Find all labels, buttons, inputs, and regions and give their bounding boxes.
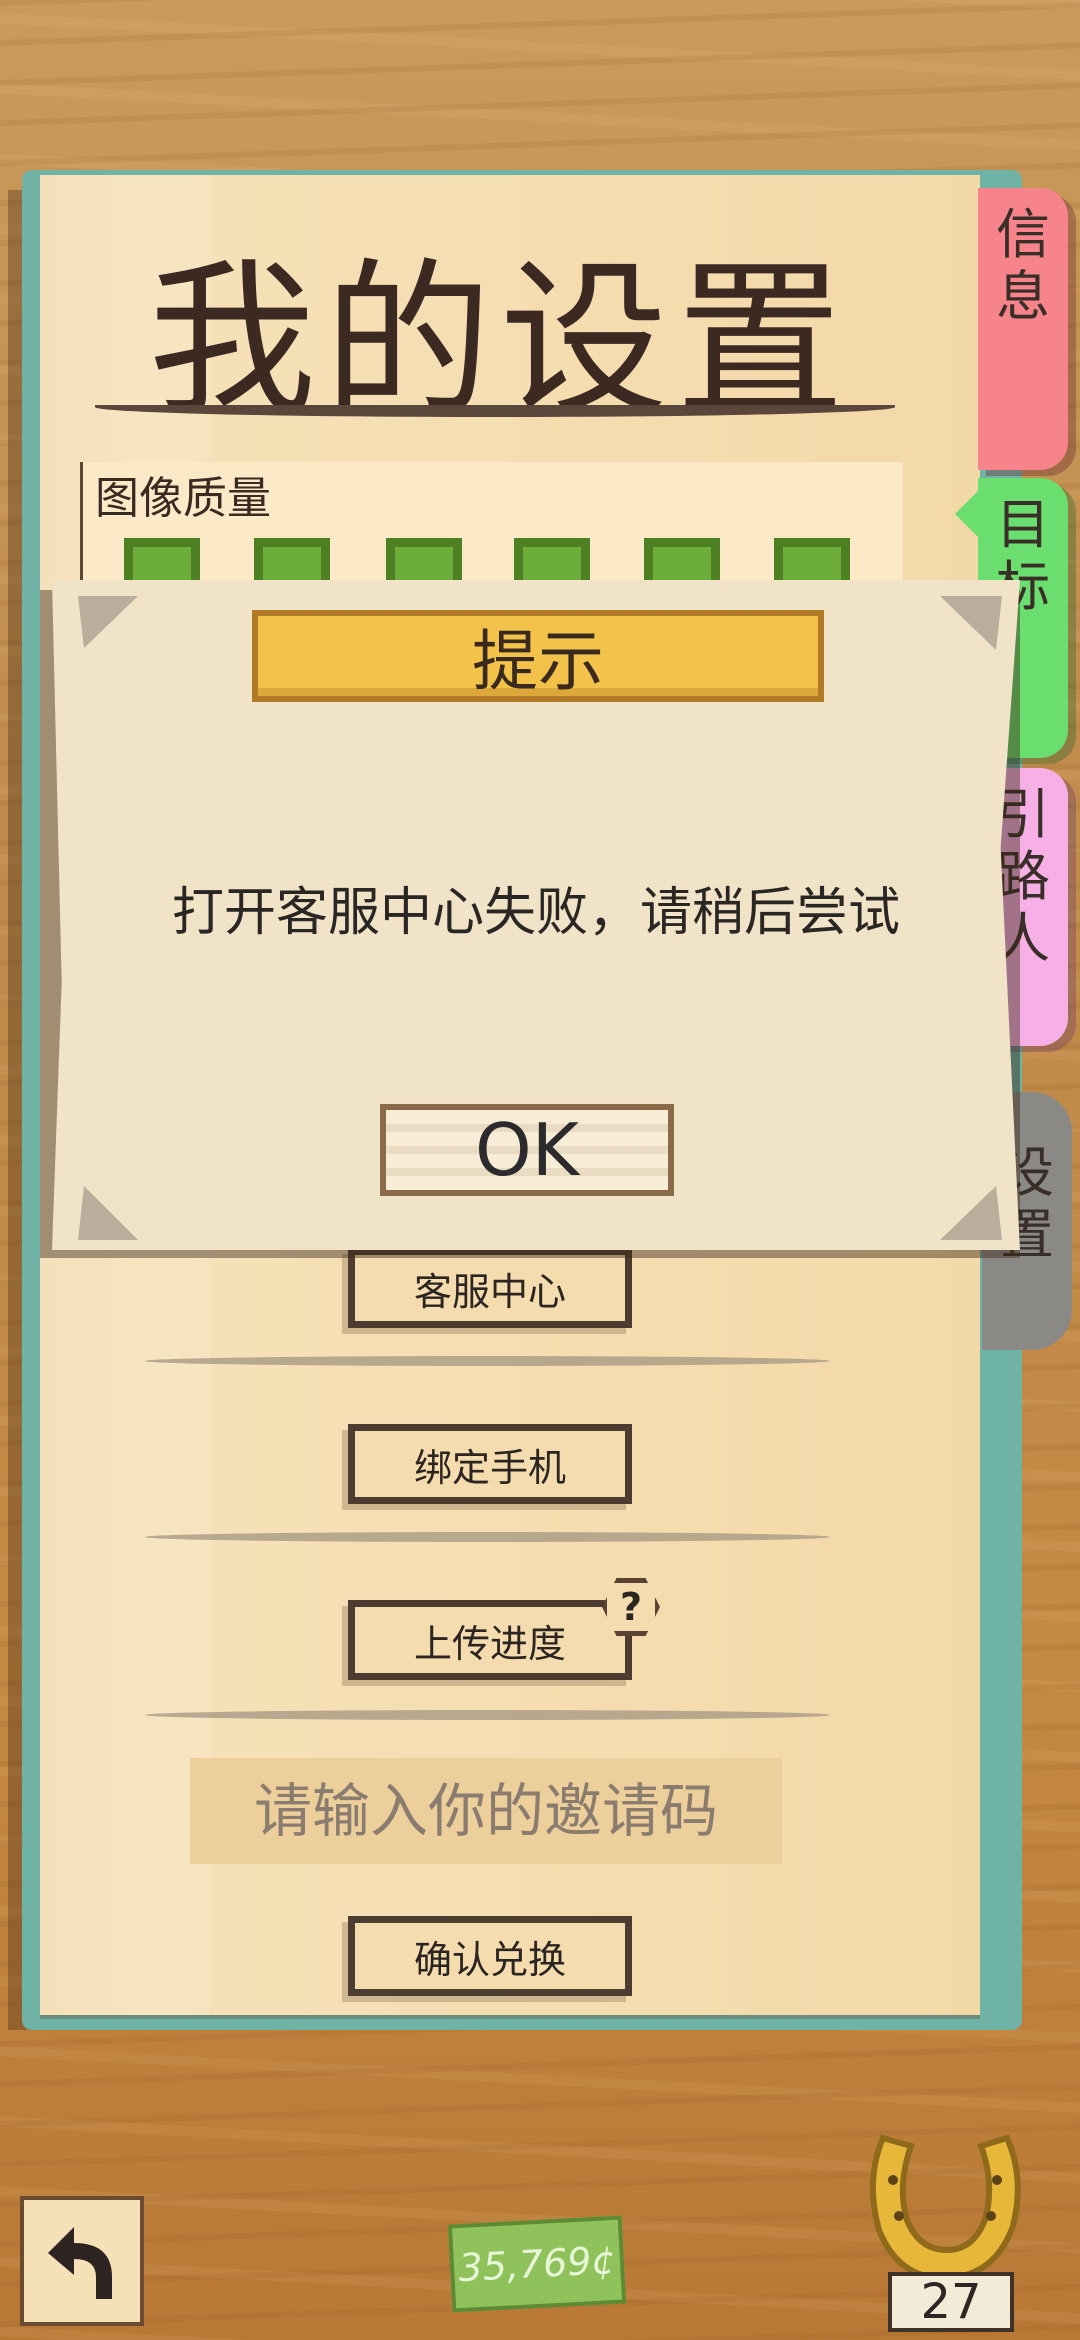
dialog-title: 提示: [472, 623, 604, 700]
back-arrow-icon: [48, 2227, 112, 2299]
coin-balance: 35,769¢: [447, 2215, 627, 2313]
customer-service-button[interactable]: 客服中心: [348, 1248, 632, 1328]
bind-phone-label: 绑定手机: [413, 1445, 566, 1490]
divider: [145, 1532, 830, 1542]
divider: [145, 1710, 830, 1720]
upload-progress-label: 上传进度: [413, 1621, 566, 1666]
upload-progress-button[interactable]: 上传进度: [348, 1600, 632, 1680]
divider: [145, 1356, 830, 1366]
horseshoe-count: 27: [888, 2272, 1014, 2332]
tab-notch: [955, 490, 979, 538]
horseshoe-icon: [869, 2134, 1021, 2282]
dialog-title-banner: 提示: [252, 610, 824, 702]
image-quality-label: 图像质量: [95, 473, 271, 524]
confirm-redeem-button[interactable]: 确认兑换: [348, 1916, 632, 1996]
tab-info-label: 信息: [996, 203, 1050, 328]
bind-phone-button[interactable]: 绑定手机: [348, 1424, 632, 1504]
invite-code-input[interactable]: [190, 1758, 782, 1864]
dialog-message: 打开客服中心失败，请稍后尝试: [171, 883, 900, 943]
ok-label: OK: [475, 1108, 579, 1192]
customer-service-label: 客服中心: [413, 1269, 566, 1314]
back-button[interactable]: [20, 2196, 144, 2326]
ok-button[interactable]: OK: [380, 1104, 674, 1196]
confirm-redeem-label: 确认兑换: [413, 1937, 566, 1982]
